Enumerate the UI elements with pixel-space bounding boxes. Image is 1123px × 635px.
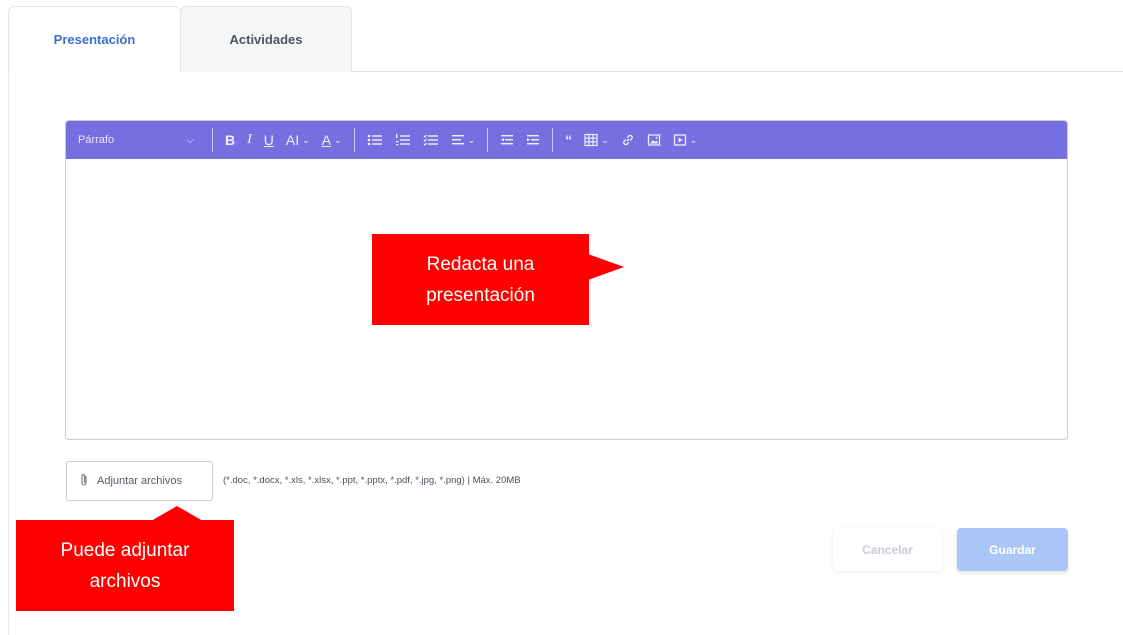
editor-toolbar: Párrafo ⌵ B I U AI ⌄ A ⌄ ⌄ “ ⌄ ⌄ — [66, 121, 1067, 159]
font-size-button[interactable]: AI ⌄ — [280, 121, 316, 159]
chevron-down-icon: ⌄ — [334, 134, 342, 145]
toolbar-separator — [552, 128, 554, 152]
attach-files-button[interactable]: Adjuntar archivos — [66, 461, 213, 501]
blockquote-button[interactable]: “ — [559, 121, 578, 159]
chevron-down-icon: ⌄ — [467, 134, 476, 145]
tab-actividades[interactable]: Actividades — [180, 6, 352, 72]
attach-files-label: Adjuntar archivos — [97, 475, 182, 487]
italic-icon: I — [247, 132, 252, 147]
cancel-button[interactable]: Cancelar — [833, 528, 942, 571]
media-button[interactable]: ⌄ — [667, 121, 704, 159]
toolbar-separator — [487, 128, 489, 152]
bulleted-list-button[interactable] — [361, 121, 389, 159]
tab-bar: Presentación Actividades — [8, 0, 1123, 72]
outdent-icon — [501, 135, 514, 145]
tab-presentacion[interactable]: Presentación — [8, 6, 181, 72]
editor-callout-line2: presentación — [426, 284, 535, 306]
bold-icon: B — [225, 132, 236, 148]
underline-icon: U — [263, 132, 274, 148]
paragraph-style-select[interactable]: Párrafo ⌵ — [66, 121, 206, 159]
link-button[interactable] — [615, 121, 641, 159]
save-button[interactable]: Guardar — [957, 528, 1068, 571]
underline-button[interactable]: U — [258, 121, 280, 159]
todo-list-button[interactable] — [417, 121, 445, 159]
image-icon — [647, 134, 660, 146]
bulleted-list-icon — [367, 134, 382, 146]
allowed-formats-text: (*.doc, *.docx, *.xls, *.xlsx, *.ppt, *.… — [223, 475, 521, 486]
attach-callout: Puede adjuntar archivos — [16, 506, 234, 611]
italic-button[interactable]: I — [241, 121, 258, 159]
paperclip-icon — [79, 473, 89, 490]
font-size-icon: AI — [285, 132, 300, 148]
chevron-down-icon: ⌵ — [186, 134, 194, 146]
bold-button[interactable]: B — [219, 121, 241, 159]
font-color-icon: A — [321, 132, 332, 148]
image-button[interactable] — [641, 121, 667, 159]
table-icon — [584, 133, 598, 147]
blockquote-icon: “ — [565, 132, 573, 148]
toolbar-separator — [353, 128, 355, 152]
attach-callout-line1: Puede adjuntar — [60, 539, 190, 561]
indent-button[interactable] — [520, 121, 546, 159]
editor-callout-line1: Redacta una — [426, 253, 535, 275]
link-icon — [622, 134, 633, 146]
chevron-down-icon: ⌄ — [302, 134, 310, 145]
editor-callout: Redacta una presentación — [372, 234, 624, 325]
media-icon — [673, 134, 686, 146]
numbered-list-icon — [395, 134, 410, 146]
chevron-down-icon: ⌄ — [601, 134, 609, 145]
font-color-button[interactable]: A ⌄ — [316, 121, 348, 159]
callout-arrow — [151, 506, 203, 521]
chevron-down-icon: ⌄ — [689, 134, 698, 145]
toolbar-separator — [212, 128, 213, 152]
align-icon — [451, 135, 464, 145]
todo-list-icon — [423, 134, 438, 146]
attach-callout-line2: archivos — [89, 570, 161, 592]
align-button[interactable]: ⌄ — [445, 121, 482, 159]
indent-icon — [527, 135, 540, 145]
outdent-button[interactable] — [494, 121, 520, 159]
paragraph-style-label: Párrafo — [78, 134, 115, 146]
callout-arrow — [588, 254, 624, 280]
numbered-list-button[interactable] — [389, 121, 417, 159]
table-button[interactable]: ⌄ — [578, 121, 615, 159]
page-left-border — [8, 70, 9, 635]
